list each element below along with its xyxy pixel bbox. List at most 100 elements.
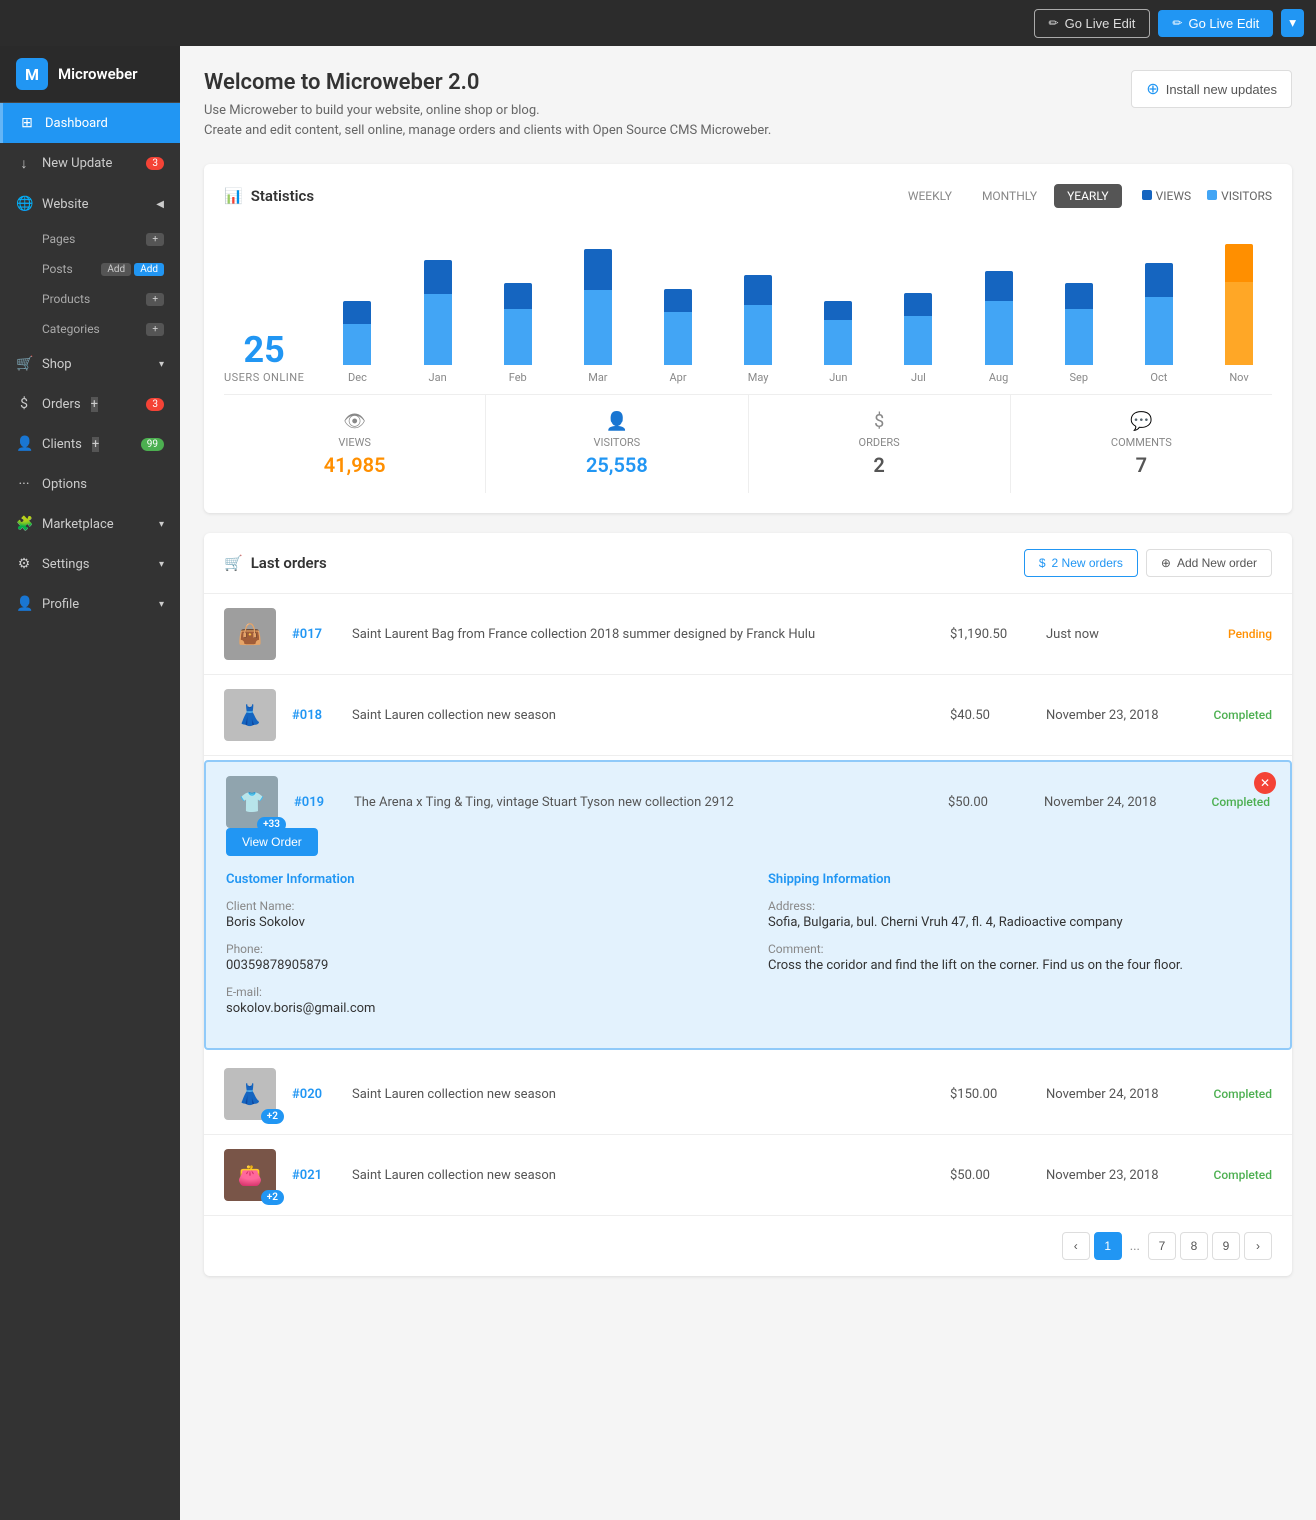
order-status-018: Completed xyxy=(1192,708,1272,722)
pagination-page-7[interactable]: 7 xyxy=(1148,1232,1176,1260)
close-expanded-button[interactable]: ✕ xyxy=(1254,772,1276,794)
order-status-020: Completed xyxy=(1192,1087,1272,1101)
expanded-order-content-019: View Order Customer Information Client N… xyxy=(206,828,1290,1048)
orders-plus-button[interactable]: + xyxy=(91,397,98,412)
orders-badge: 3 xyxy=(146,398,164,411)
sidebar-pages-label: Pages xyxy=(42,232,75,246)
phone-label: Phone: xyxy=(226,942,728,956)
comment-label: Comment: xyxy=(768,942,1270,956)
bar-jun: Jun xyxy=(805,301,871,384)
order-image-badge-021: +2 xyxy=(261,1190,284,1205)
info-grid: Customer Information Client Name: Boris … xyxy=(226,872,1270,1028)
stats-numbers: 👁 VIEWS 41,985 👤 VISITORS 25,558 $ ORDER… xyxy=(224,394,1272,493)
go-live-edit-primary-button[interactable]: ✏ Go Live Edit xyxy=(1158,10,1273,37)
shop-icon: 🛒 xyxy=(16,356,32,372)
sidebar-item-label: Orders xyxy=(42,397,81,412)
order-date-017: Just now xyxy=(1046,627,1176,642)
clients-plus-button[interactable]: + xyxy=(92,437,99,452)
chevron-down-icon-profile: ▾ xyxy=(159,599,164,610)
sidebar-item-shop[interactable]: 🛒 Shop ▾ xyxy=(0,344,180,384)
sidebar-item-profile[interactable]: 👤 Profile ▾ xyxy=(0,584,180,624)
chevron-down-icon-marketplace: ▾ xyxy=(159,519,164,530)
customer-info-col: Customer Information Client Name: Boris … xyxy=(226,872,728,1028)
sidebar-item-label: Website xyxy=(42,197,89,212)
sidebar-item-marketplace[interactable]: 🧩 Marketplace ▾ xyxy=(0,504,180,544)
customer-info-title: Customer Information xyxy=(226,872,728,887)
chevron-down-icon: ▾ xyxy=(1289,15,1296,31)
bar-chart: DecJanFebMarAprMayJunJulAugSepOctNov xyxy=(324,234,1272,384)
globe-icon: 🌐 xyxy=(16,196,32,212)
order-image-020: 👗 +2 xyxy=(224,1068,276,1120)
pagination-page-8[interactable]: 8 xyxy=(1180,1232,1208,1260)
go-live-edit-outline-button[interactable]: ✏ Go Live Edit xyxy=(1034,9,1151,38)
comment-icon: 💬 xyxy=(1031,411,1252,432)
bar-oct: Oct xyxy=(1126,263,1192,384)
categories-add-button[interactable]: + xyxy=(146,323,164,336)
tab-weekly[interactable]: WEEKLY xyxy=(895,184,965,208)
chart-container: 25 USERS ONLINE DecJanFebMarAprMayJunJul… xyxy=(224,224,1272,384)
bar-dec: Dec xyxy=(324,301,390,384)
order-price-020: $150.00 xyxy=(950,1087,1030,1102)
add-order-button[interactable]: ⊕ Add New order xyxy=(1146,549,1272,577)
sidebar-item-website[interactable]: 🌐 Website ◀ xyxy=(0,184,180,224)
tab-monthly[interactable]: MONTHLY xyxy=(969,184,1050,208)
pagination-prev[interactable]: ‹ xyxy=(1062,1232,1090,1260)
statistics-card: 📊 Statistics WEEKLY MONTHLY YEARLY VIEWS… xyxy=(204,164,1292,513)
pagination-page-1[interactable]: 1 xyxy=(1094,1232,1122,1260)
order-row-021[interactable]: 👛 +2 #021 Saint Lauren collection new se… xyxy=(204,1135,1292,1216)
order-date-021: November 23, 2018 xyxy=(1046,1168,1176,1183)
products-add-button[interactable]: + xyxy=(146,293,164,306)
new-orders-button[interactable]: $ 2 New orders xyxy=(1024,549,1138,577)
orders-actions: $ 2 New orders ⊕ Add New order xyxy=(1024,549,1272,577)
eye-icon: 👁 xyxy=(244,411,465,432)
order-id-019: #019 xyxy=(294,795,338,810)
views-value: 41,985 xyxy=(244,453,465,477)
topbar-dropdown-button[interactable]: ▾ xyxy=(1281,9,1304,37)
order-row-020[interactable]: 👗 +2 #020 Saint Lauren collection new se… xyxy=(204,1054,1292,1135)
sidebar-item-new-update[interactable]: ↓ New Update 3 xyxy=(0,143,180,184)
stat-box-comments: 💬 COMMENTS 7 xyxy=(1011,395,1272,493)
sidebar-item-products[interactable]: Products + xyxy=(0,284,180,314)
bar-chart-icon: 📊 xyxy=(224,187,243,205)
view-order-button[interactable]: View Order xyxy=(226,828,318,856)
order-row-017[interactable]: 👜 #017 Saint Laurent Bag from France col… xyxy=(204,594,1292,675)
sidebar-item-categories[interactable]: Categories + xyxy=(0,314,180,344)
sidebar-item-clients[interactable]: 👤 Clients + 99 xyxy=(0,424,180,464)
tab-yearly[interactable]: YEARLY xyxy=(1054,184,1122,208)
sidebar-products-label: Products xyxy=(42,292,90,306)
download-icon: ↓ xyxy=(16,155,32,172)
pencil-icon-2: ✏ xyxy=(1172,16,1182,30)
order-row-018[interactable]: 👗 #018 Saint Lauren collection new seaso… xyxy=(204,675,1292,756)
orders-header: 🛒 Last orders $ 2 New orders ⊕ Add New o… xyxy=(204,533,1292,594)
orders-card: 🛒 Last orders $ 2 New orders ⊕ Add New o… xyxy=(204,533,1292,1276)
bar-mar: Mar xyxy=(565,249,631,384)
pagination-page-9[interactable]: 9 xyxy=(1212,1232,1240,1260)
dollar-btn-icon: $ xyxy=(1039,556,1046,570)
clients-icon: 👤 xyxy=(16,436,32,452)
order-image-017: 👜 xyxy=(224,608,276,660)
order-id-017: #017 xyxy=(292,627,336,642)
sidebar-item-options[interactable]: ··· Options xyxy=(0,464,180,504)
order-image-badge-020: +2 xyxy=(261,1109,284,1124)
sidebar-item-pages[interactable]: Pages + xyxy=(0,224,180,254)
address-label: Address: xyxy=(768,899,1270,913)
sidebar-item-dashboard[interactable]: ⊞ Dashboard xyxy=(0,103,180,143)
sidebar-item-settings[interactable]: ⚙ Settings ▾ xyxy=(0,544,180,584)
sidebar-item-posts[interactable]: Posts Add Add xyxy=(0,254,180,284)
bar-jan: Jan xyxy=(405,260,471,384)
pages-add-button[interactable]: + xyxy=(146,233,164,246)
stats-tabs: WEEKLY MONTHLY YEARLY xyxy=(895,184,1122,208)
posts-add-button-1[interactable]: Add xyxy=(101,263,131,276)
order-name-018: Saint Lauren collection new season xyxy=(352,708,934,723)
install-updates-button[interactable]: ⊕ Install new updates xyxy=(1131,70,1292,108)
main-content: Welcome to Microweber 2.0 Use Microweber… xyxy=(180,46,1316,1520)
pagination-next[interactable]: › xyxy=(1244,1232,1272,1260)
stats-legend: VIEWS VISITORS xyxy=(1142,189,1272,203)
order-date-019: November 24, 2018 xyxy=(1044,795,1174,810)
shirt-icon: 👗 xyxy=(238,703,263,727)
users-online-label: USERS ONLINE xyxy=(224,371,304,384)
posts-add-button-2[interactable]: Add xyxy=(134,263,164,276)
sidebar-item-label: Profile xyxy=(42,597,79,612)
sidebar-item-orders[interactable]: $ Orders + 3 xyxy=(0,384,180,424)
order-price-017: $1,190.50 xyxy=(950,627,1030,642)
